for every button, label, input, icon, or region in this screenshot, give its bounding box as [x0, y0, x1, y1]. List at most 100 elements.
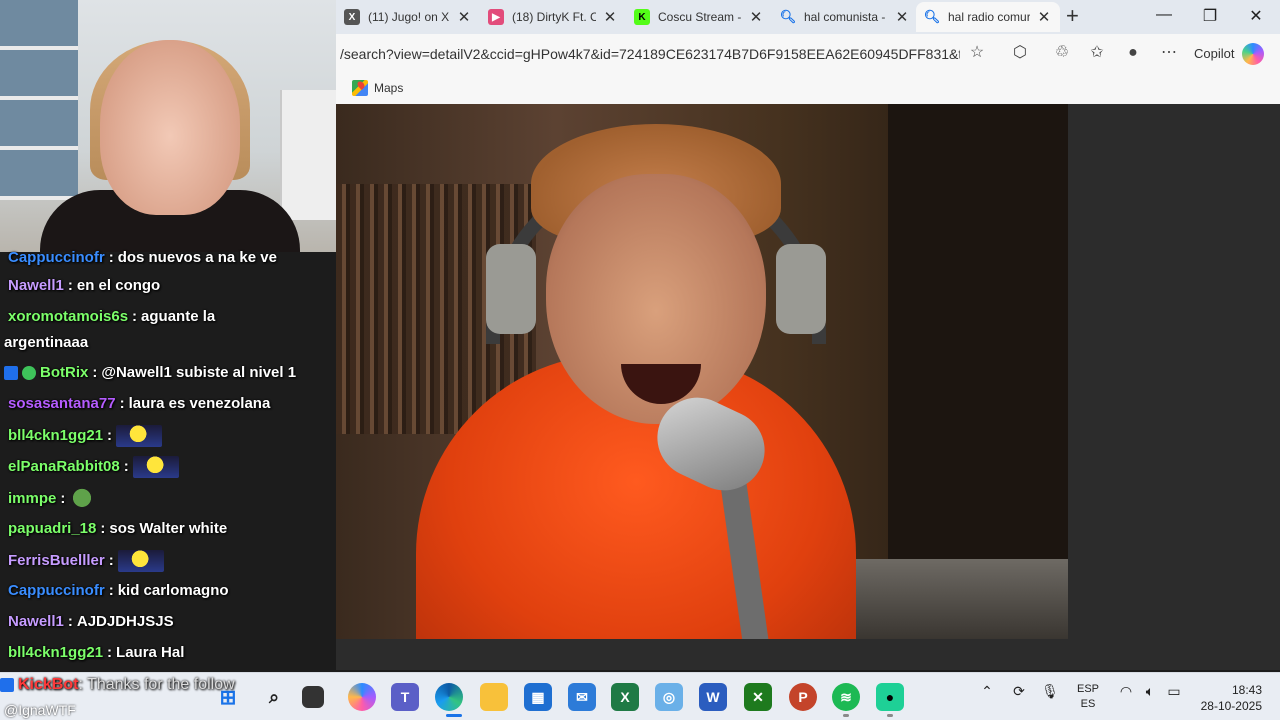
chat-message: FerrisBuelller: — [8, 550, 164, 572]
chat-message: sosasantana77: laura es venezolana — [8, 395, 271, 412]
teams-icon[interactable]: T — [391, 683, 419, 711]
task-view-icon[interactable] — [302, 686, 324, 708]
excel-icon[interactable]: X — [611, 683, 639, 711]
chat-app-icon[interactable]: ● — [876, 683, 904, 711]
spotify-icon[interactable]: ≋ — [832, 683, 860, 711]
chat-message: BotRix: @Nawell1 subiste al nivel 1 — [4, 363, 296, 383]
edge-icon[interactable] — [435, 683, 463, 711]
browser-essentials-icon[interactable]: ♲ — [1051, 42, 1073, 64]
word-icon[interactable]: W — [699, 683, 727, 711]
tab-kick[interactable]: K Coscu Stream - ✕ — [626, 2, 772, 32]
chat-text: AJDJDHJSJS — [76, 613, 174, 630]
search-icon[interactable]: ⌕ — [260, 683, 288, 711]
chat-message-continued: argentinaaa — [4, 333, 88, 353]
minion-emote-icon — [132, 456, 179, 478]
volume-icon[interactable]: 🔈︎ — [1139, 683, 1161, 700]
headphone-cup-left — [486, 244, 536, 334]
favorite-maps[interactable]: Maps — [352, 80, 403, 96]
close-icon[interactable]: ✕ — [748, 8, 764, 26]
favorites-icon[interactable]: ✩ — [1086, 42, 1108, 64]
close-icon[interactable]: ✕ — [1036, 8, 1052, 26]
tab-label: (18) DirtyK Ft. C — [512, 10, 596, 24]
close-window-icon[interactable]: ✕ — [1246, 6, 1266, 26]
favorite-label: Maps — [374, 81, 404, 95]
desktop-screen: X (11) Jugo! on X: ✕ ▶ (18) DirtyK Ft. C… — [0, 0, 1280, 720]
kickbot-alert: KickBot: Thanks for the follow — [0, 676, 235, 694]
chat-message: Cappuccinofr: kid carlomagno — [8, 582, 229, 599]
tab-search-active[interactable]: 🔍︎ hal radio comur ✕ — [916, 2, 1060, 32]
chat-username: immpe — [8, 489, 57, 507]
wifi-icon[interactable]: ◠ — [1115, 683, 1137, 700]
chat-username: bll4ckn1gg21 — [8, 644, 104, 661]
chat-username: FerrisBuelller — [8, 551, 105, 569]
chat-username: xoromotamois6s — [8, 308, 129, 325]
headphone-cup-right — [776, 244, 826, 334]
chat-text: laura es venezolana — [128, 395, 271, 412]
url-field[interactable]: /search?view=detailV2&ccid=gHPow4k7&id=7… — [340, 43, 960, 65]
chevron-up-icon[interactable]: ⌃ — [976, 683, 998, 700]
chat-text: argentinaaa — [4, 334, 89, 351]
x-logo-icon: X — [344, 9, 360, 25]
copilot-label: Copilot — [1194, 46, 1235, 61]
stream-chat-overlay: Cappuccinofr: dos nuevos a na ke ve Nawel… — [0, 248, 336, 668]
close-icon[interactable]: ✕ — [894, 8, 910, 26]
search-result-image[interactable] — [336, 104, 1068, 639]
address-bar: /search?view=detailV2&ccid=gHPow4k7&id=7… — [336, 34, 1280, 74]
copilot-button[interactable]: Copilot — [1188, 41, 1270, 67]
chat-message: immpe: — [8, 488, 96, 510]
minimize-icon[interactable]: — — [1154, 6, 1174, 24]
chat-username: elPanaRabbit08 — [8, 457, 120, 475]
language-indicator[interactable]: ESP ES — [1074, 682, 1102, 712]
kick-icon: K — [634, 9, 650, 25]
chat-message: xoromotamois6s: aguante la — [8, 308, 216, 325]
mail-icon[interactable]: ✉ — [568, 683, 596, 711]
profile-avatar-icon[interactable]: ● — [1122, 42, 1144, 64]
keyboard-code: ES — [1080, 698, 1096, 710]
tab-label: (11) Jugo! on X: — [368, 10, 450, 24]
favorites-bar: Maps — [336, 74, 1280, 104]
tab-youtube[interactable]: ▶ (18) DirtyK Ft. C ✕ — [480, 2, 626, 32]
streamer-face — [100, 40, 240, 215]
room-shelf — [280, 90, 336, 220]
tab-label: hal comunista - — [804, 10, 886, 24]
tab-label: hal radio comur — [948, 10, 1030, 24]
battery-icon[interactable]: ▭ — [1163, 683, 1185, 700]
chat-username: BotRix — [40, 364, 89, 381]
more-options-icon[interactable]: ⋯ — [1158, 42, 1180, 64]
chat-username: papuadri_18 — [8, 520, 97, 537]
copilot-icon[interactable] — [348, 683, 376, 711]
browser-tab-bar: X (11) Jugo! on X: ✕ ▶ (18) DirtyK Ft. C… — [336, 0, 1280, 34]
powerpoint-icon[interactable]: P — [789, 683, 817, 711]
search-icon: 🔍︎ — [923, 9, 941, 24]
chat-message: bll4ckn1gg21: — [8, 425, 163, 447]
chat-text: sos Walter white — [109, 520, 228, 537]
clock-time: 18:43 — [1231, 683, 1262, 697]
chat-message: papuadri_18: sos Walter white — [8, 520, 228, 537]
pepe-emote-icon — [69, 488, 96, 510]
tab-search-1[interactable]: 🔍︎ hal comunista - ✕ — [772, 2, 918, 32]
extensions-icon[interactable]: ⬡ — [1009, 42, 1031, 64]
xbox-icon[interactable]: ✕ — [744, 683, 772, 711]
sync-icon[interactable]: ⟳ — [1008, 683, 1030, 700]
tab-x[interactable]: X (11) Jugo! on X: ✕ — [336, 2, 480, 32]
close-icon[interactable]: ✕ — [602, 8, 618, 26]
chat-message: Cappuccinofr: dos nuevos a na ke ve — [8, 249, 277, 266]
close-icon[interactable]: ✕ — [456, 8, 472, 26]
chat-text: kid carlomagno — [117, 582, 229, 599]
new-tab-button[interactable]: + — [1066, 5, 1079, 27]
chat-username: Cappuccinofr — [8, 582, 105, 599]
chat-username: Nawell1 — [8, 277, 64, 294]
restore-icon[interactable]: ❐ — [1200, 6, 1220, 26]
tab-label: Coscu Stream - — [658, 10, 742, 24]
store-icon[interactable]: ▦ — [524, 683, 552, 711]
copilot-icon — [1242, 43, 1265, 65]
chat-message: bll4ckn1gg21: Laura Hal — [8, 644, 185, 661]
minion-emote-icon — [117, 550, 164, 572]
microphone-icon[interactable]: 🎙︎ — [1039, 683, 1061, 700]
clock[interactable]: 18:43 28-10-2025 — [1196, 682, 1262, 714]
photos-icon[interactable]: ◎ — [655, 683, 683, 711]
kickbot-name: KickBot — [18, 676, 79, 693]
file-explorer-icon[interactable] — [480, 683, 508, 711]
star-icon[interactable]: ☆ — [966, 42, 988, 64]
chat-text: dos nuevos a na ke ve — [117, 249, 277, 266]
